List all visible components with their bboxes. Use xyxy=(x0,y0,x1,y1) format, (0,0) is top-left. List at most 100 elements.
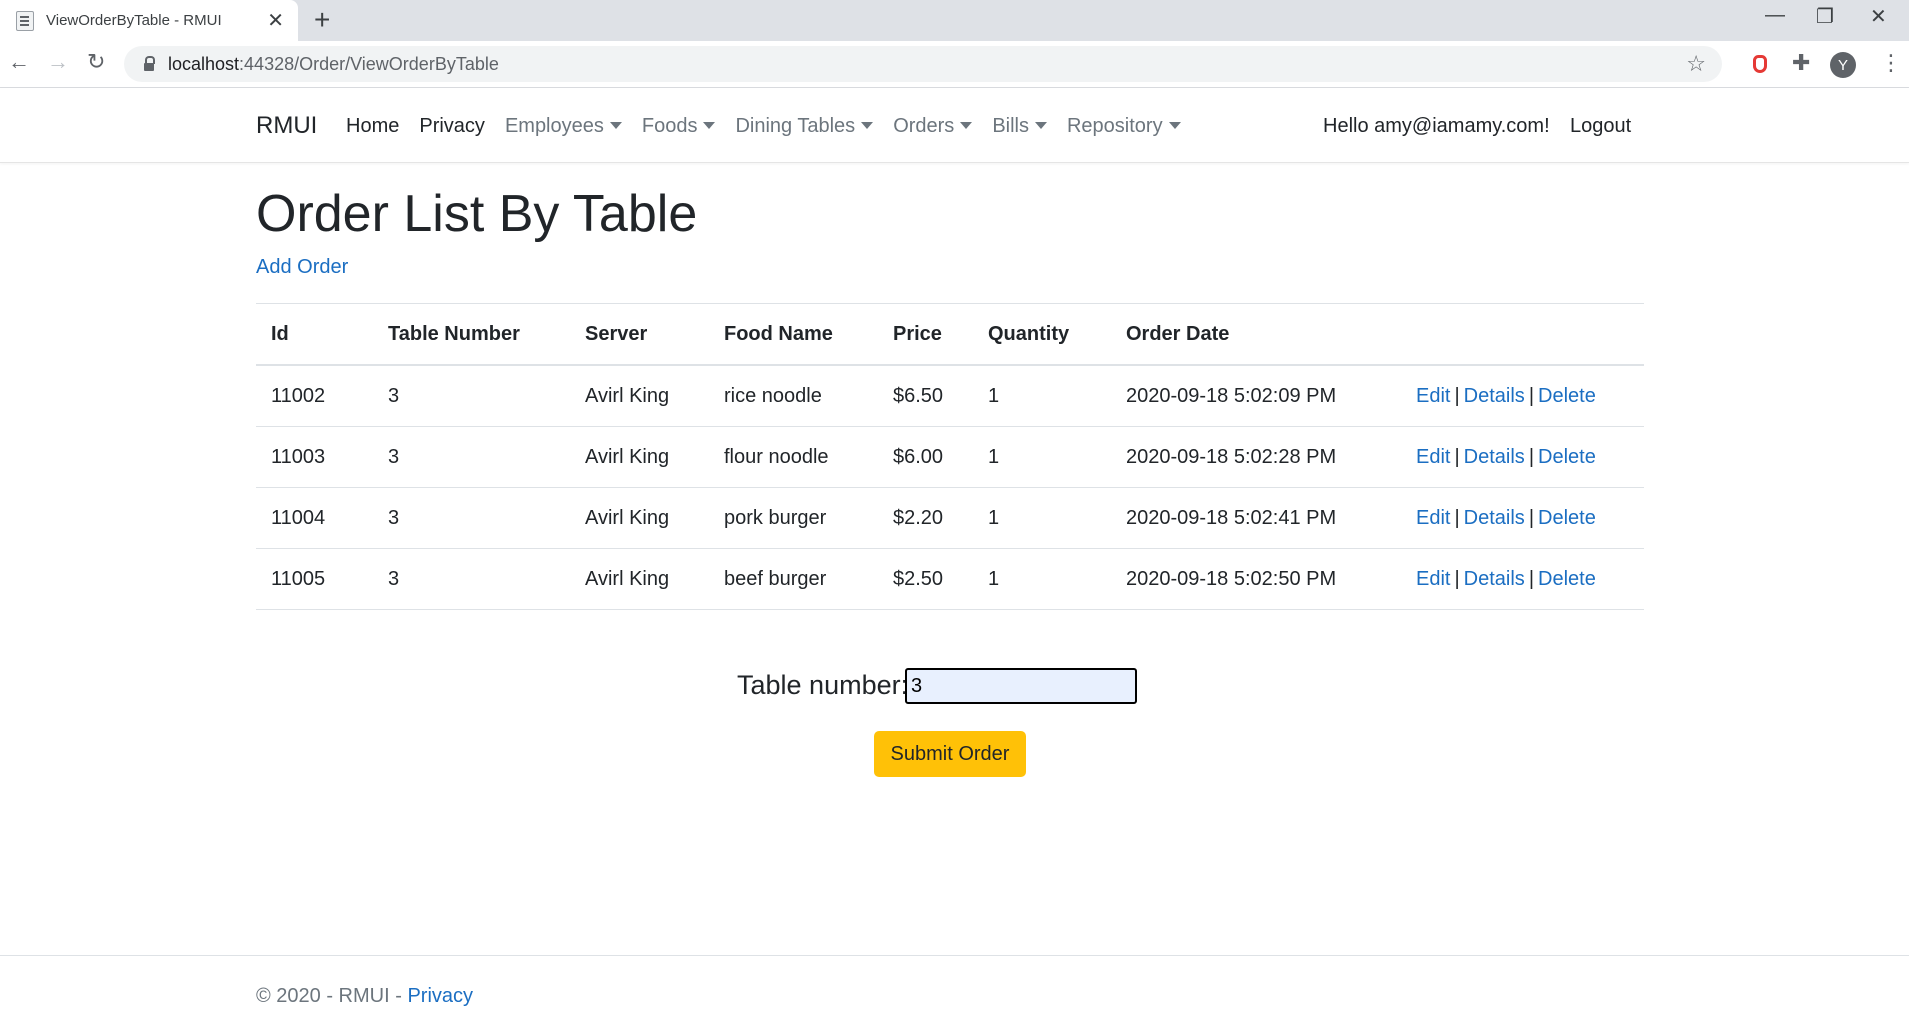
details-link[interactable]: Details xyxy=(1464,446,1525,468)
header-server: Server xyxy=(570,303,709,366)
nav-bills-dropdown[interactable]: Bills xyxy=(992,115,1047,138)
cell-food-name: rice noodle xyxy=(709,365,878,427)
cell-server: Avirl King xyxy=(570,487,709,549)
extension-shield-icon[interactable] xyxy=(1753,55,1767,73)
caret-down-icon xyxy=(703,122,716,129)
footer-privacy-link[interactable]: Privacy xyxy=(407,985,473,1007)
caret-down-icon xyxy=(1168,122,1181,129)
caret-down-icon xyxy=(861,122,874,129)
logout-button[interactable]: Logout xyxy=(1570,115,1631,138)
nav-orders-dropdown[interactable]: Orders xyxy=(893,115,973,138)
address-bar[interactable]: localhost:44328/Order/ViewOrderByTable ☆ xyxy=(124,46,1722,82)
profile-avatar[interactable]: Y xyxy=(1830,52,1856,78)
header-id: Id xyxy=(256,303,373,366)
nav-employees-dropdown[interactable]: Employees xyxy=(505,115,622,138)
browser-tabstrip: ViewOrderByTable - RMUI ✕ + — ❐ ✕ xyxy=(0,0,1909,41)
delete-link[interactable]: Delete xyxy=(1538,446,1596,468)
cell-price: $2.50 xyxy=(878,548,973,610)
user-greeting[interactable]: Hello amy@iamamy.com! xyxy=(1323,115,1550,138)
edit-link[interactable]: Edit xyxy=(1416,507,1450,529)
table-number-input[interactable] xyxy=(905,668,1137,704)
back-icon[interactable]: ← xyxy=(8,49,30,75)
cell-food-name: pork burger xyxy=(709,487,878,549)
forward-icon[interactable]: → xyxy=(47,49,69,75)
header-order-date: Order Date xyxy=(1111,303,1401,366)
action-separator: | xyxy=(1454,384,1460,407)
cell-order-date: 2020-09-18 5:02:41 PM xyxy=(1111,487,1401,549)
cell-id: 11003 xyxy=(256,426,373,488)
action-separator: | xyxy=(1528,445,1535,468)
details-link[interactable]: Details xyxy=(1464,507,1525,529)
nav-home[interactable]: Home xyxy=(346,115,399,138)
extensions-puzzle-icon[interactable]: ✚ xyxy=(1792,50,1810,76)
table-row: 11005 3 Avirl King beef burger $2.50 1 2… xyxy=(256,548,1644,610)
new-tab-button[interactable]: + xyxy=(314,4,330,36)
cell-actions: Edit | Details | Delete xyxy=(1401,426,1644,488)
nav-dining-tables-dropdown[interactable]: Dining Tables xyxy=(735,115,874,138)
cell-order-date: 2020-09-18 5:02:50 PM xyxy=(1111,548,1401,610)
action-separator: | xyxy=(1528,506,1535,529)
action-separator: | xyxy=(1454,445,1460,468)
close-tab-icon[interactable]: ✕ xyxy=(267,8,284,33)
cell-id: 11002 xyxy=(256,365,373,427)
cell-server: Avirl King xyxy=(570,365,709,427)
orders-table: Id Table Number Server Food Name Price Q… xyxy=(256,303,1644,610)
cell-price: $2.20 xyxy=(878,487,973,549)
details-link[interactable]: Details xyxy=(1464,385,1525,407)
cell-actions: Edit | Details | Delete xyxy=(1401,365,1644,427)
footer-text: © 2020 - RMUI - Privacy xyxy=(256,985,473,1008)
nav-foods-label: Foods xyxy=(641,115,698,137)
cell-actions: Edit | Details | Delete xyxy=(1401,487,1644,549)
nav-foods-dropdown[interactable]: Foods xyxy=(642,115,716,138)
delete-link[interactable]: Delete xyxy=(1538,385,1596,407)
cell-id: 11004 xyxy=(256,487,373,549)
action-separator: | xyxy=(1454,506,1460,529)
submit-order-button[interactable]: Submit Order xyxy=(874,731,1026,777)
details-link[interactable]: Details xyxy=(1464,568,1525,590)
cell-table-number: 3 xyxy=(373,548,570,610)
cell-food-name: flour noodle xyxy=(709,426,878,488)
brand-link[interactable]: RMUI xyxy=(256,112,317,140)
cell-order-date: 2020-09-18 5:02:09 PM xyxy=(1111,365,1401,427)
nav-bills-label: Bills xyxy=(992,115,1029,137)
browser-menu-icon[interactable]: ⋮ xyxy=(1880,50,1902,76)
bookmark-star-icon[interactable]: ☆ xyxy=(1686,51,1706,77)
nav-orders-label: Orders xyxy=(893,115,955,137)
cell-table-number: 3 xyxy=(373,365,570,427)
cell-quantity: 1 xyxy=(973,426,1111,488)
cell-server: Avirl King xyxy=(570,548,709,610)
url-path: :44328/Order/ViewOrderByTable xyxy=(239,53,499,74)
add-order-link[interactable]: Add Order xyxy=(256,256,348,279)
nav-repository-dropdown[interactable]: Repository xyxy=(1067,115,1181,138)
edit-link[interactable]: Edit xyxy=(1416,568,1450,590)
delete-link[interactable]: Delete xyxy=(1538,507,1596,529)
caret-down-icon xyxy=(609,122,622,129)
tab-title: ViewOrderByTable - RMUI xyxy=(46,12,222,29)
reload-icon[interactable]: ↻ xyxy=(87,49,105,75)
table-number-label: Table number: xyxy=(737,670,909,700)
site-navbar: RMUI Home Privacy Employees Foods Dining… xyxy=(0,88,1909,163)
delete-link[interactable]: Delete xyxy=(1538,568,1596,590)
page-favicon-icon xyxy=(16,10,34,31)
cell-order-date: 2020-09-18 5:02:28 PM xyxy=(1111,426,1401,488)
restore-icon[interactable]: ❐ xyxy=(1816,4,1834,29)
lock-icon[interactable] xyxy=(144,56,155,71)
cell-food-name: beef burger xyxy=(709,548,878,610)
nav-privacy[interactable]: Privacy xyxy=(419,115,485,138)
edit-link[interactable]: Edit xyxy=(1416,385,1450,407)
browser-tab[interactable]: ViewOrderByTable - RMUI ✕ xyxy=(0,0,298,41)
action-separator: | xyxy=(1528,384,1535,407)
cell-actions: Edit | Details | Delete xyxy=(1401,548,1644,610)
header-food-name: Food Name xyxy=(709,303,878,366)
minimize-icon[interactable]: — xyxy=(1765,4,1785,27)
header-actions xyxy=(1401,303,1644,366)
address-url[interactable]: localhost:44328/Order/ViewOrderByTable xyxy=(168,54,499,75)
action-separator: | xyxy=(1528,567,1535,590)
cell-table-number: 3 xyxy=(373,487,570,549)
nav-privacy-label: Privacy xyxy=(419,115,485,137)
window-close-icon[interactable]: ✕ xyxy=(1870,4,1887,29)
nav-dining-tables-label: Dining Tables xyxy=(735,115,856,137)
table-row: 11004 3 Avirl King pork burger $2.20 1 2… xyxy=(256,487,1644,549)
edit-link[interactable]: Edit xyxy=(1416,446,1450,468)
url-host: localhost xyxy=(168,53,240,74)
